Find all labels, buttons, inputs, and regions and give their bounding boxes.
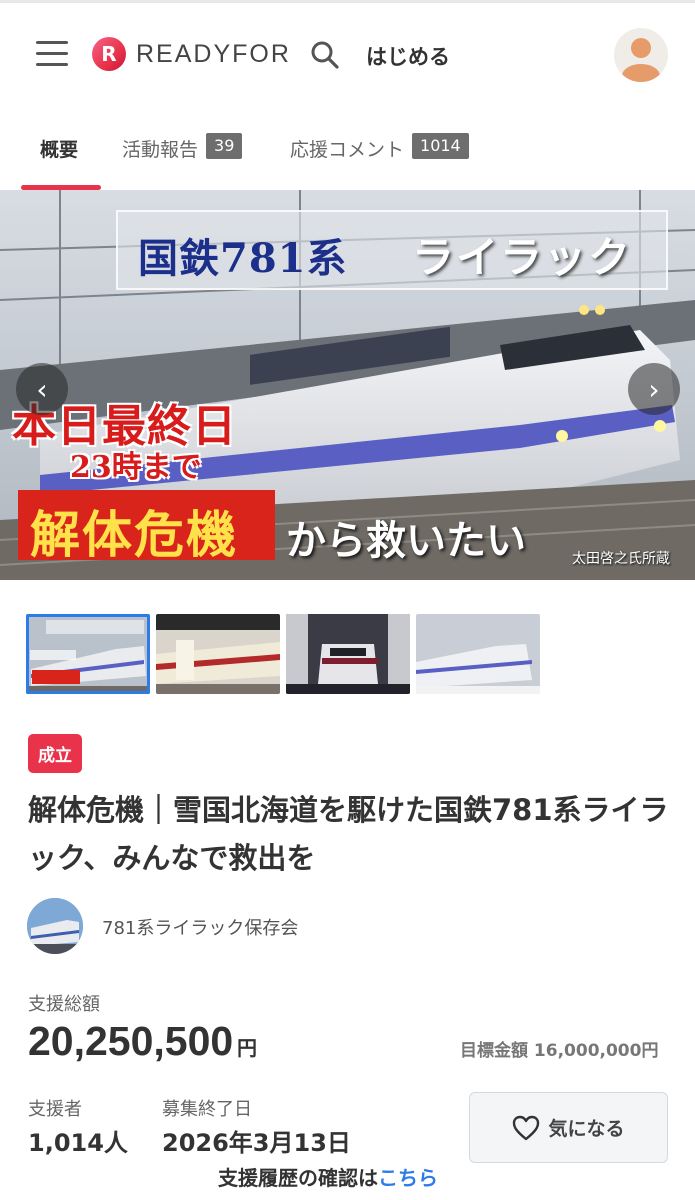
hero-photo-credit: 太田啓之氏所蔵 — [572, 551, 670, 567]
thumbnail-image — [286, 614, 410, 694]
thumbnail-image — [26, 614, 150, 694]
hero-title-series: 国鉄781系 — [138, 235, 348, 282]
thumbnail-image — [156, 614, 280, 694]
total-label: 支援総額 — [28, 994, 100, 1015]
thumbnail-image — [416, 614, 540, 694]
thumbnail-2[interactable] — [156, 614, 280, 694]
chevron-right-icon: › — [648, 372, 660, 406]
tab-label: 活動報告 — [122, 139, 199, 161]
owner-name-link[interactable]: 781系ライラック保存会 — [102, 914, 298, 940]
hero-danger-text: 解体危機 — [30, 505, 238, 564]
support-history-line: 支援履歴の確認はこちら — [218, 1162, 438, 1191]
tab-activity-reports[interactable]: 活動報告 39 — [122, 133, 243, 190]
project-tabs: 概要 活動報告 39 応援コメント 1014 — [0, 101, 695, 190]
favorite-button[interactable]: 気になる — [469, 1092, 668, 1163]
status-badge: 成立 — [28, 734, 82, 773]
start-project-link[interactable]: はじめる — [366, 41, 450, 71]
hero-carousel[interactable]: 国鉄781系 ライラック 本日最終日 23時まで 解体危機 から救いたい 太田啓… — [0, 190, 695, 580]
end-date-label: 募集終了日 — [162, 1099, 252, 1120]
project-title: 解体危機｜雪国北海道を駆けた国鉄781系ライラック、みんなで救出を — [28, 793, 669, 875]
end-date: 2026年3月13日 — [162, 1129, 351, 1157]
user-avatar[interactable] — [614, 28, 668, 82]
count-badge: 39 — [206, 133, 243, 159]
logo-mark-icon: R — [92, 37, 126, 71]
supporters-count: 1,014人 — [28, 1129, 128, 1157]
user-icon — [622, 38, 660, 82]
heart-icon — [513, 1115, 540, 1140]
thumbnail-4[interactable] — [416, 614, 540, 694]
carousel-next-button[interactable]: › — [628, 363, 680, 415]
tab-support-comments[interactable]: 応援コメント 1014 — [290, 133, 469, 190]
goal-amount: 目標金額 16,000,000円 — [460, 1041, 659, 1061]
supporters-label: 支援者 — [28, 1099, 82, 1120]
hero-save-text: から救いたい — [286, 517, 526, 564]
history-link[interactable]: こちら — [378, 1166, 438, 1190]
favorite-label: 気になる — [548, 1118, 625, 1140]
tab-label: 応援コメント — [290, 139, 405, 161]
tab-overview[interactable]: 概要 — [40, 135, 78, 190]
owner-avatar-image — [27, 898, 83, 954]
count-badge: 1014 — [412, 133, 469, 159]
thumbnail-3[interactable] — [286, 614, 410, 694]
owner-avatar[interactable] — [27, 898, 83, 954]
chevron-left-icon: ‹ — [36, 372, 48, 406]
hero-deadline-text: 23時まで — [70, 450, 202, 485]
tab-label: 概要 — [40, 139, 79, 161]
hero-title-name: ライラック — [412, 233, 633, 282]
carousel-prev-button[interactable]: ‹ — [16, 363, 68, 415]
menu-icon[interactable] — [36, 41, 68, 67]
readyfor-logo[interactable]: R READYFOR — [92, 37, 291, 71]
site-header: R READYFOR はじめる — [0, 3, 695, 101]
history-text: 支援履歴の確認は — [218, 1166, 378, 1190]
logo-text: READYFOR — [136, 39, 291, 68]
total-amount: 20,250,500 — [28, 1018, 234, 1064]
search-icon[interactable] — [310, 40, 340, 70]
thumbnail-1[interactable] — [26, 614, 150, 694]
total-unit: 円 — [237, 1036, 257, 1060]
